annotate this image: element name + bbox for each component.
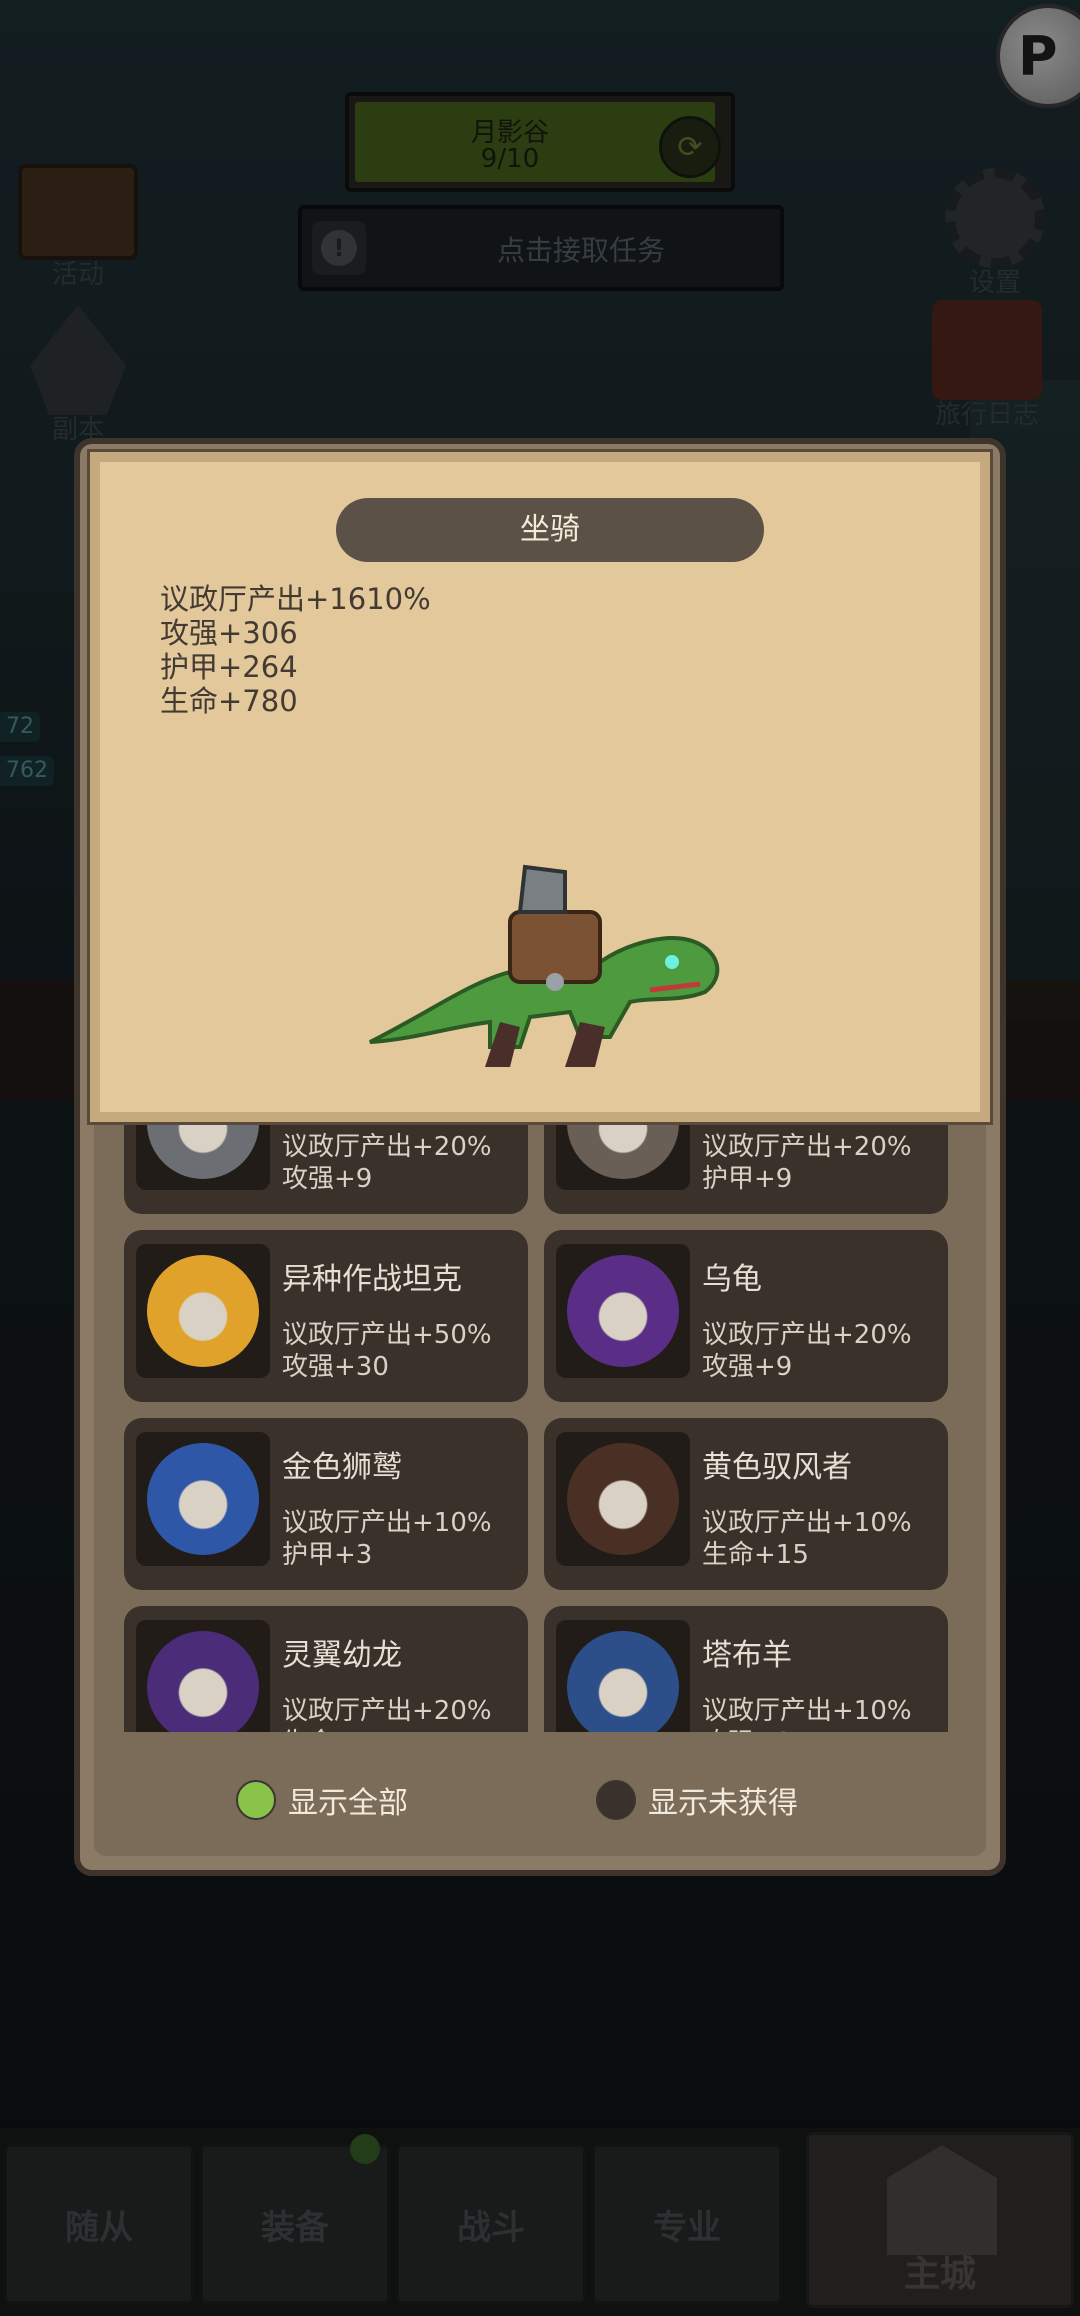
mount-card[interactable]: 议政厅产出+20% 护甲+9 [544, 1122, 948, 1214]
mount-portrait-icon [147, 1631, 259, 1732]
mount-detail-card: 坐骑 议政厅产出+1610% 攻强+306 护甲+264 生命+780 [87, 449, 993, 1125]
mount-name: 异种作战坦克 [282, 1262, 462, 1297]
filter-show-all-label: 显示全部 [288, 1786, 408, 1821]
mount-portrait-icon [567, 1255, 679, 1367]
mount-avatar [136, 1122, 270, 1190]
mount-avatar [556, 1244, 690, 1378]
mount-avatar [556, 1122, 690, 1190]
mount-avatar [556, 1620, 690, 1732]
radio-unselected-icon [596, 1780, 636, 1820]
mount-name: 乌龟 [702, 1262, 762, 1297]
mount-portrait-icon [147, 1443, 259, 1555]
stat-line-health: 生命+780 [160, 684, 298, 718]
stat-line-attack: 攻强+306 [160, 616, 298, 650]
filter-show-all[interactable]: 显示全部 [236, 1778, 408, 1822]
total-stats: 议政厅产出+1610% 攻强+306 护甲+264 生命+780 [160, 582, 431, 718]
mount-stat-2: 攻强+9 [282, 1164, 373, 1194]
radio-selected-icon [236, 1780, 276, 1820]
mount-avatar [136, 1620, 270, 1732]
mount-name: 灵翼幼龙 [282, 1638, 402, 1673]
stat-line-armor: 护甲+264 [160, 650, 298, 684]
mount-card[interactable]: 异种作战坦克 议政厅产出+50% 攻强+30 [124, 1230, 528, 1402]
stat-line-output: 议政厅产出+1610% [160, 582, 431, 616]
mount-avatar [556, 1432, 690, 1566]
mount-portrait-icon [147, 1255, 259, 1367]
mount-portrait-icon [147, 1122, 259, 1179]
mount-name: 金色狮鹫 [282, 1450, 402, 1485]
mount-card[interactable]: 灵翼幼龙 议政厅产出+20% 生命+45 [124, 1606, 528, 1732]
mount-card[interactable]: 塔布羊 议政厅产出+10% 攻强+3 [544, 1606, 948, 1732]
mount-stat-2: 护甲+3 [282, 1540, 373, 1570]
mount-card[interactable]: 议政厅产出+20% 攻强+9 [124, 1122, 528, 1214]
mount-portrait-icon [567, 1122, 679, 1179]
dinosaur-mount-icon [369, 864, 720, 1067]
mount-stat-2: 攻强+3 [702, 1722, 792, 1732]
filter-show-unowned[interactable]: 显示未获得 [596, 1778, 798, 1822]
filter-show-unowned-label: 显示未获得 [648, 1786, 798, 1821]
mount-avatar [136, 1244, 270, 1378]
mount-card[interactable]: 金色狮鹫 议政厅产出+10% 护甲+3 [124, 1418, 528, 1590]
mount-avatar [136, 1432, 270, 1566]
mount-stat-2: 护甲+9 [702, 1164, 793, 1194]
mount-stat-2: 生命+15 [702, 1540, 809, 1570]
mount-stat-2: 攻强+9 [702, 1352, 793, 1382]
mount-card[interactable]: 黄色驭风者 议政厅产出+10% 生命+15 [544, 1418, 948, 1590]
detail-title: 坐骑 [336, 498, 764, 562]
mount-stat-2: 生命+45 [282, 1722, 389, 1732]
mount-list[interactable]: 议政厅产出+20% 攻强+9 议政厅产出+20% 护甲+9 异种作战坦克 议政厅… [124, 1122, 954, 1732]
mount-name: 黄色驭风者 [702, 1450, 852, 1485]
mount-stat-2: 攻强+30 [282, 1352, 389, 1382]
mount-name: 塔布羊 [702, 1638, 792, 1673]
mount-card[interactable]: 乌龟 议政厅产出+20% 攻强+9 [544, 1230, 948, 1402]
mount-portrait-icon [567, 1631, 679, 1732]
mount-portrait-icon [567, 1443, 679, 1555]
